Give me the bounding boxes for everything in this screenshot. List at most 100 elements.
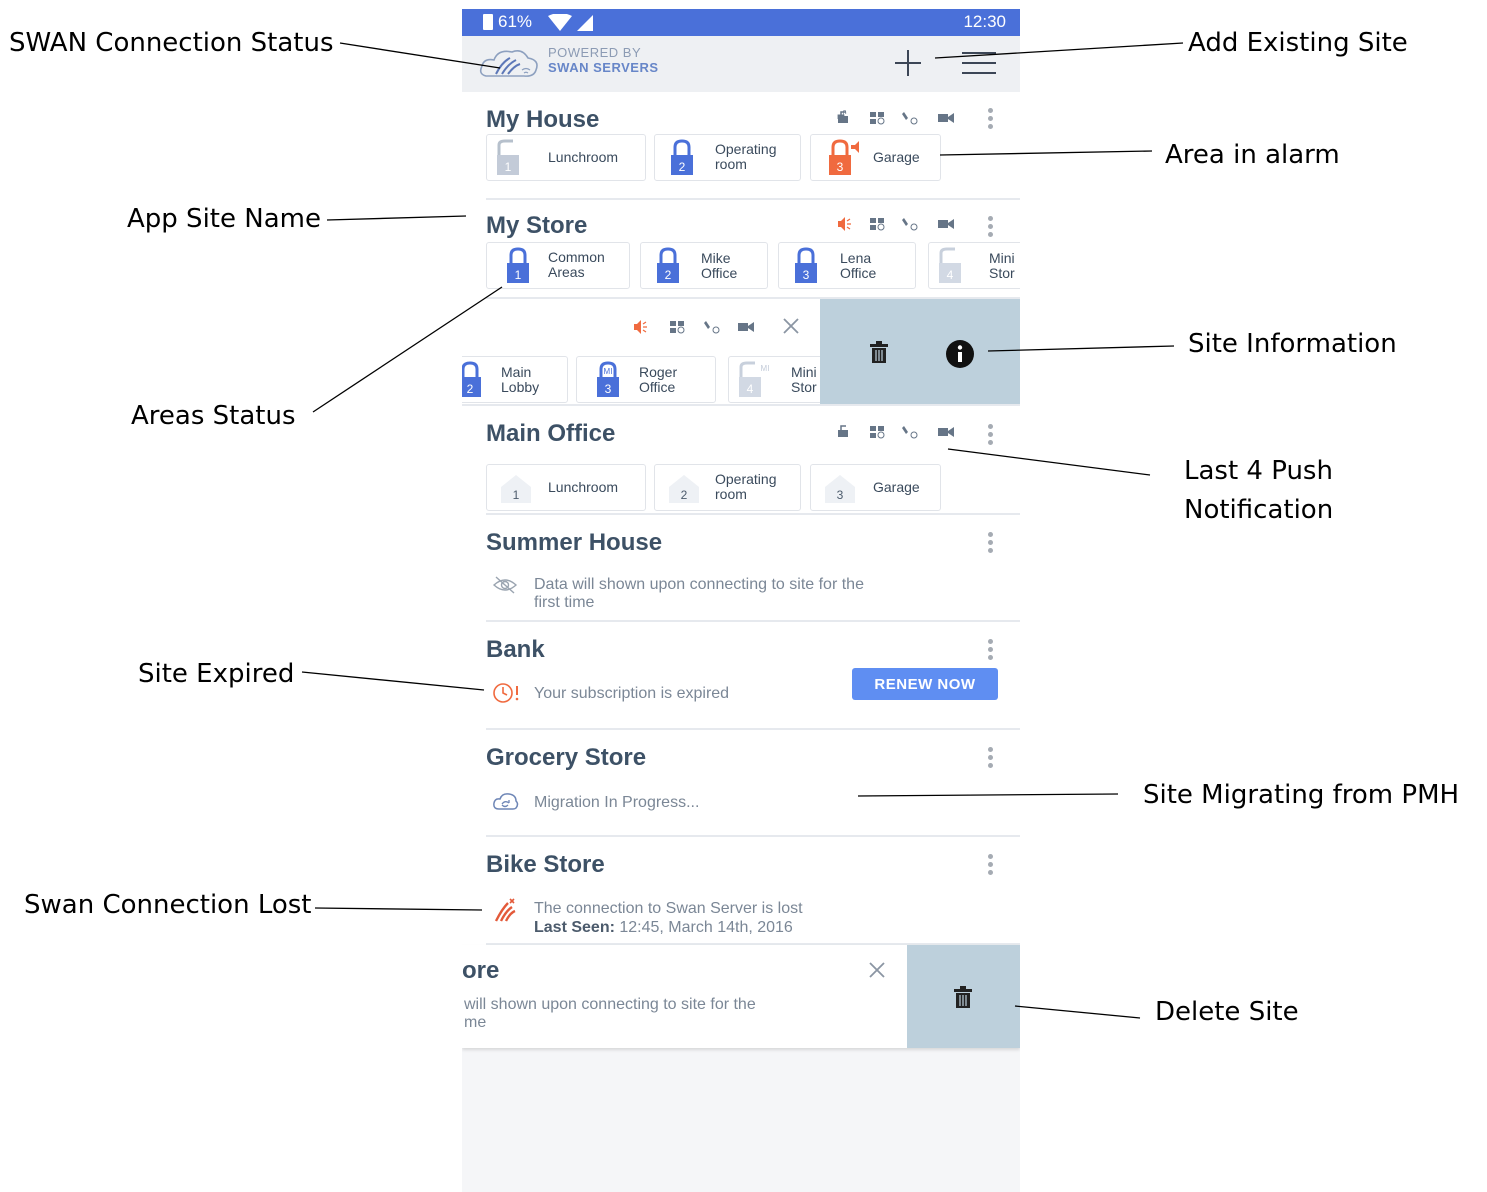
push-notification-icons: [838, 425, 954, 439]
area-label: Garage: [873, 479, 920, 495]
annotation-site-info: Site Information: [1188, 329, 1397, 359]
site-menu-icon[interactable]: [988, 108, 994, 132]
renew-now-button[interactable]: RENEW NOW: [852, 668, 998, 700]
site-menu-icon[interactable]: [988, 424, 994, 448]
battery-icon: [483, 14, 493, 30]
lock-icon: 1: [507, 247, 529, 283]
site-card-main-office[interactable]: Main Office 1 Lunchroom 2 Operating room…: [462, 406, 1020, 515]
lock-icon: 3: [795, 247, 817, 283]
last-seen-label: Last Seen:: [534, 919, 615, 936]
trash-icon[interactable]: [868, 341, 890, 365]
svg-text:2: 2: [467, 382, 474, 396]
annotation-areas-status: Areas Status: [131, 401, 296, 431]
site-message-line2: first time: [534, 594, 595, 611]
svg-text:3: 3: [605, 382, 612, 396]
site-menu-icon[interactable]: [988, 854, 994, 878]
svg-text:2: 2: [681, 488, 688, 502]
area-tile[interactable]: 2 Operating room: [654, 464, 801, 511]
site-card-bike-store[interactable]: Bike Store The connection to Swan Server…: [462, 837, 1020, 945]
svg-text:4: 4: [747, 382, 754, 396]
site-name: Bike Store: [486, 851, 605, 878]
svg-text:2: 2: [665, 268, 672, 282]
area-tile[interactable]: 2 Operating room: [654, 134, 801, 181]
area-label-line2: room: [715, 486, 747, 502]
site-menu-icon[interactable]: [988, 532, 994, 556]
annotation-site-expired: Site Expired: [138, 659, 295, 689]
area-tile[interactable]: 4 Mini Stor: [928, 242, 1020, 289]
annotation-last-push-line1: Last 4 Push: [1184, 456, 1333, 486]
swipe-actions: [907, 945, 1020, 1048]
svg-text:3: 3: [803, 268, 810, 282]
area-tile-alarm[interactable]: 3 Garage: [810, 134, 941, 181]
site-name: My House: [486, 106, 600, 133]
site-menu-icon[interactable]: [988, 747, 994, 771]
last-seen-line: Last Seen: 12:45, March 14th, 2016: [534, 919, 793, 937]
area-label: Mini: [989, 250, 1015, 266]
swipe-actions: [820, 299, 1020, 406]
site-card-swiped-delete[interactable]: ore will shown upon connecting to site f…: [462, 945, 1020, 1048]
add-icon[interactable]: [893, 48, 923, 78]
lock-icon: 2: [462, 361, 481, 397]
annotation-connection-lost: Swan Connection Lost: [24, 890, 312, 920]
site-message-line2: me: [464, 1014, 487, 1031]
svg-text:2: 2: [679, 160, 686, 174]
trash-icon[interactable]: [952, 986, 974, 1010]
site-menu-icon[interactable]: [988, 639, 994, 663]
close-icon[interactable]: [781, 316, 801, 336]
area-label: Mike: [701, 250, 731, 266]
clock-time: 12:30: [963, 12, 1006, 31]
wifi-icon: [548, 14, 572, 31]
svg-text:1: 1: [513, 488, 520, 502]
svg-text:MI: MI: [604, 367, 613, 376]
svg-text:3: 3: [837, 160, 844, 174]
svg-text:4: 4: [947, 268, 954, 282]
push-notification-icons: [838, 217, 954, 231]
area-tile[interactable]: MI 3 Roger Office: [576, 356, 716, 403]
area-tile[interactable]: 1 Lunchroom: [486, 464, 646, 511]
info-icon[interactable]: [945, 339, 975, 369]
area-label: Lena: [840, 250, 872, 266]
site-card-bank[interactable]: Bank Your subscription is expired RENEW …: [462, 622, 1020, 730]
swan-logo-icon[interactable]: [478, 46, 542, 82]
area-tile[interactable]: 3 Garage: [810, 464, 941, 511]
close-icon[interactable]: [867, 960, 887, 980]
area-label: Lunchroom: [548, 479, 619, 495]
annotation-site-name: App Site Name: [127, 204, 321, 234]
last-seen-value: 12:45, March 14th, 2016: [619, 919, 793, 936]
site-message: The connection to Swan Server is lost: [534, 900, 803, 917]
signal-icon: [577, 15, 593, 31]
site-name: Grocery Store: [486, 744, 647, 771]
area-tile[interactable]: 2 Mike Office: [640, 242, 768, 289]
eye-off-icon: [492, 576, 518, 594]
area-label: Operating: [715, 141, 777, 157]
site-card-summer-house[interactable]: Summer House Data will shown upon connec…: [462, 515, 1020, 622]
menu-icon[interactable]: [960, 50, 998, 76]
status-bar: 61% 12:30: [462, 9, 1020, 36]
home-icon: 3: [825, 475, 855, 503]
area-tile[interactable]: 2 Main Lobby: [462, 356, 568, 403]
alarm-lock-icon: 3: [829, 139, 859, 175]
site-card-my-store[interactable]: My Store 1 Common Areas 2 Mike Office 3: [462, 200, 1020, 299]
area-tile[interactable]: 3 Lena Office: [778, 242, 916, 289]
area-label: Garage: [873, 149, 920, 165]
home-icon: 2: [669, 475, 699, 503]
clock-icon: [493, 683, 519, 703]
annotation-last-push-line2: Notification: [1184, 495, 1334, 525]
area-label-line2: Stor: [989, 265, 1015, 281]
push-notification-icons: [634, 320, 754, 334]
lock-icon: 4: [939, 247, 961, 283]
annotation-add-site: Add Existing Site: [1188, 28, 1408, 58]
site-card-grocery-store[interactable]: Grocery Store Migration In Progress...: [462, 730, 1020, 837]
lock-icon: MI 4: [739, 361, 769, 397]
area-tile[interactable]: 1 Lunchroom: [486, 134, 646, 181]
site-card-swiped-info[interactable]: 2 Main Lobby MI 3 Roger Office MI 4 Mini S…: [462, 299, 1020, 406]
annotation-connection-status: SWAN Connection Status: [9, 28, 334, 58]
site-menu-icon[interactable]: [988, 216, 994, 240]
site-name: My Store: [486, 212, 588, 239]
site-card-my-house[interactable]: My House 🔓︎ 1 Lunchroom 2 Operating room: [462, 92, 1020, 200]
area-label-line2: room: [715, 156, 747, 172]
area-label-line2: Office: [840, 265, 877, 281]
area-label-line2: Areas: [548, 264, 585, 280]
site-name: Bank: [486, 636, 545, 663]
area-tile[interactable]: 1 Common Areas: [486, 242, 630, 289]
